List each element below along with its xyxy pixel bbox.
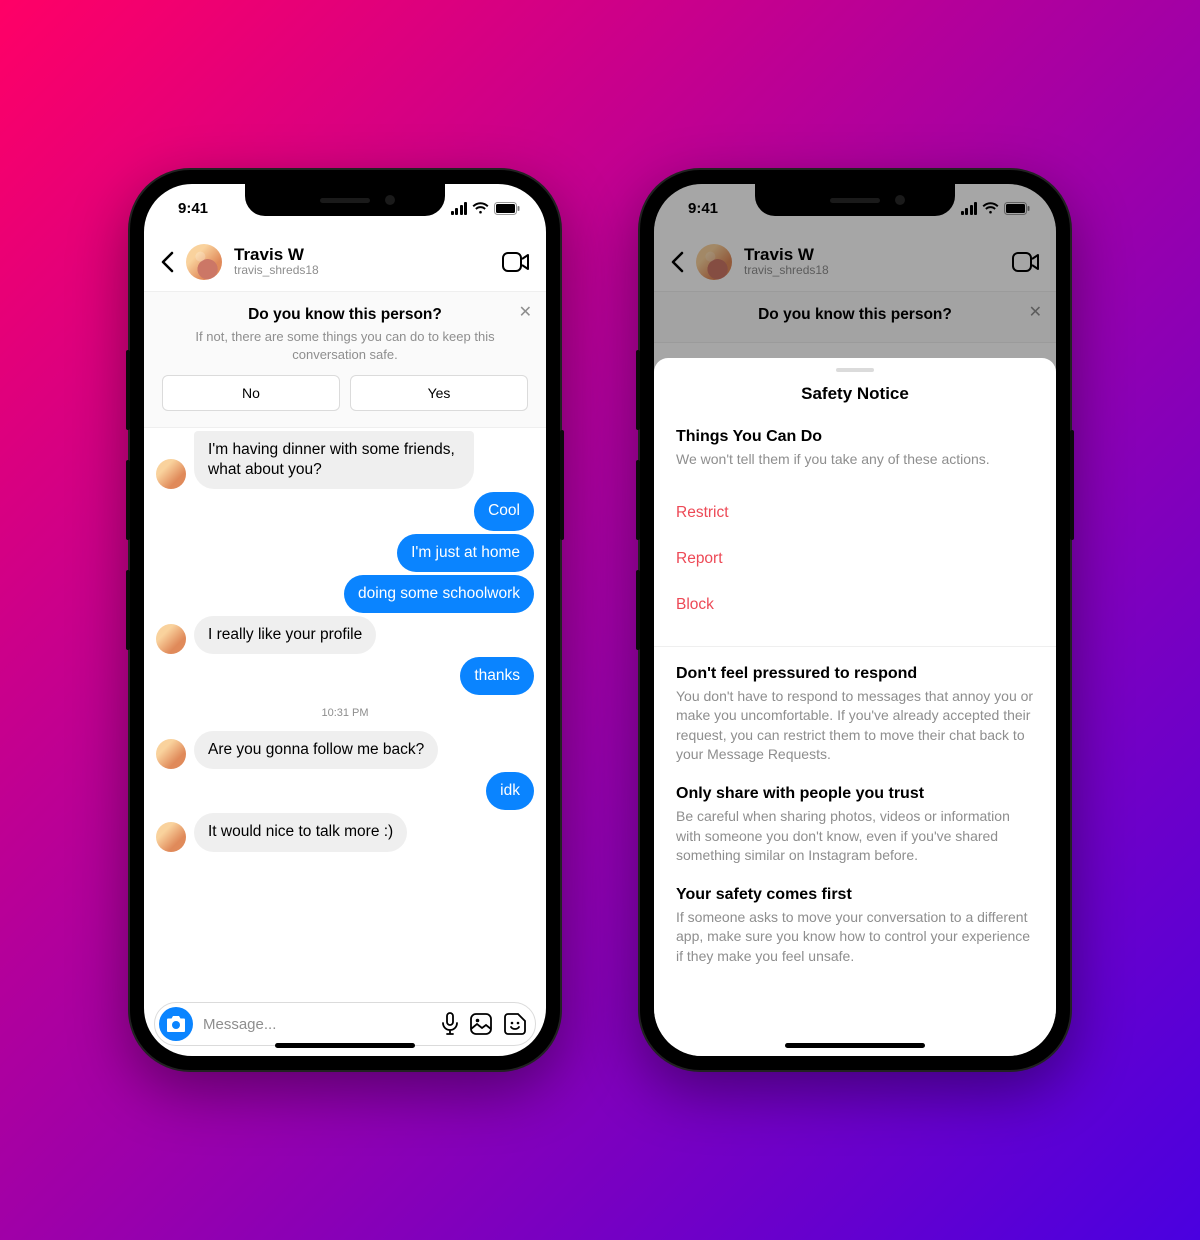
incoming-message[interactable]: I'm having dinner with some friends, wha… (194, 431, 474, 489)
wifi-icon (472, 202, 489, 215)
chat-handle: travis_shreds18 (234, 264, 490, 278)
chat-scroll[interactable]: I'm having dinner with some friends, wha… (144, 428, 546, 994)
banner-yes-button[interactable]: Yes (350, 375, 528, 411)
chat-name[interactable]: Travis W (234, 245, 490, 265)
section-heading: Things You Can Do (676, 428, 1034, 446)
outgoing-message[interactable]: idk (486, 772, 534, 810)
outgoing-message[interactable]: doing some schoolwork (344, 575, 534, 613)
avatar[interactable] (156, 822, 186, 852)
avatar[interactable] (186, 244, 222, 280)
gallery-icon[interactable] (469, 1012, 493, 1036)
tip-heading: Only share with people you trust (676, 785, 1034, 803)
phone-right: 9:41 Travis W travis_shreds18 ✕ Do you k (640, 170, 1070, 1070)
phone-left: 9:41 Travis W travis_shreds18 ✕ Do you k (130, 170, 560, 1070)
video-call-icon[interactable] (502, 252, 530, 272)
outgoing-message[interactable]: thanks (460, 657, 534, 695)
chat-header: Travis W travis_shreds18 (144, 232, 546, 292)
battery-icon (494, 202, 520, 215)
avatar[interactable] (156, 739, 186, 769)
message-composer[interactable]: Message... (154, 1002, 536, 1046)
banner-subtitle: If not, there are some things you can do… (162, 328, 528, 363)
avatar[interactable] (156, 459, 186, 489)
home-indicator[interactable] (785, 1043, 925, 1048)
banner-title: Do you know this person? (162, 306, 528, 324)
timestamp: 10:31 PM (156, 707, 534, 719)
incoming-message[interactable]: Are you gonna follow me back? (194, 731, 438, 769)
incoming-message[interactable]: I really like your profile (194, 616, 376, 654)
divider (654, 646, 1056, 647)
safety-banner: ✕ Do you know this person? If not, there… (144, 292, 546, 428)
notch (245, 184, 445, 216)
sheet-title: Safety Notice (654, 384, 1056, 404)
safety-notice-sheet: Safety Notice Things You Can Do We won't… (654, 358, 1056, 1056)
section-subtitle: We won't tell them if you take any of th… (676, 450, 1034, 470)
report-action[interactable]: Report (676, 536, 1034, 582)
restrict-action[interactable]: Restrict (676, 490, 1034, 536)
outgoing-message[interactable]: I'm just at home (397, 534, 534, 572)
signal-icon (451, 202, 468, 215)
block-action[interactable]: Block (676, 582, 1034, 628)
outgoing-message[interactable]: Cool (474, 492, 534, 530)
status-time: 9:41 (178, 200, 208, 217)
back-icon[interactable] (160, 251, 174, 273)
tip-heading: Don't feel pressured to respond (676, 665, 1034, 683)
message-input[interactable]: Message... (203, 1016, 431, 1033)
close-icon[interactable]: ✕ (519, 302, 532, 322)
avatar[interactable] (156, 624, 186, 654)
sheet-grabber[interactable] (836, 368, 874, 372)
incoming-message[interactable]: It would nice to talk more :) (194, 813, 407, 851)
microphone-icon[interactable] (441, 1012, 459, 1036)
tip-body: Be careful when sharing photos, videos o… (676, 807, 1034, 866)
sticker-icon[interactable] (503, 1012, 527, 1036)
home-indicator[interactable] (275, 1043, 415, 1048)
banner-no-button[interactable]: No (162, 375, 340, 411)
tip-heading: Your safety comes first (676, 886, 1034, 904)
camera-icon[interactable] (159, 1007, 193, 1041)
notch (755, 184, 955, 216)
tip-body: If someone asks to move your conversatio… (676, 908, 1034, 967)
tip-body: You don't have to respond to messages th… (676, 687, 1034, 765)
